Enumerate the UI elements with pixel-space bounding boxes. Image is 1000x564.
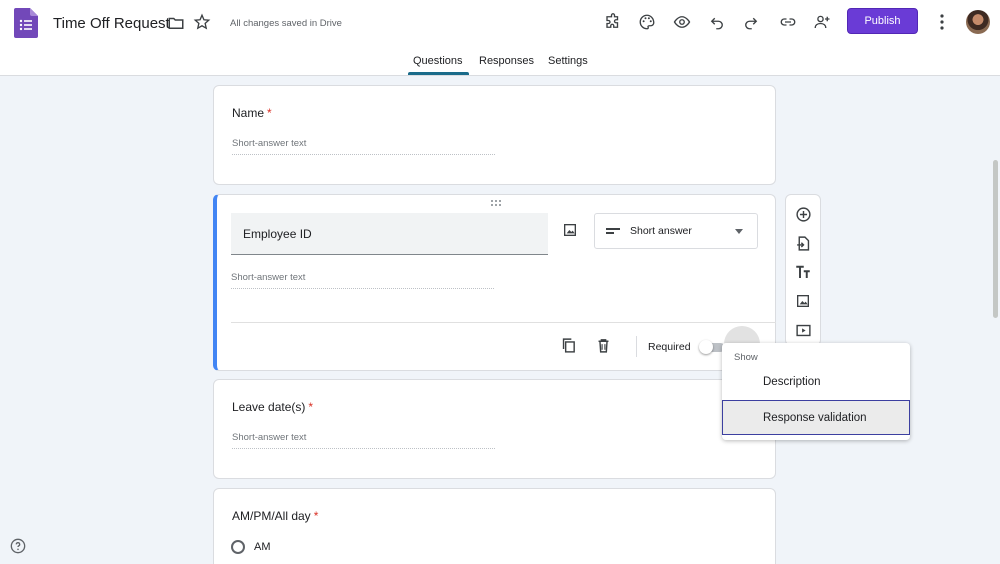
more-vert-icon[interactable]: [933, 11, 951, 33]
question-title-input[interactable]: Employee ID: [231, 213, 548, 255]
add-video-icon[interactable]: [794, 321, 812, 339]
question-card-leave-dates[interactable]: Leave date(s) * Short-answer text: [213, 379, 776, 479]
required-label: Required: [648, 341, 691, 353]
folder-icon[interactable]: [167, 14, 185, 32]
required-asterisk: *: [267, 106, 272, 120]
question-title: AM/PM/All day *: [232, 509, 319, 523]
short-answer-placeholder: Short-answer text: [232, 432, 495, 449]
footer-divider: [636, 336, 637, 357]
add-question-icon[interactable]: [794, 205, 812, 223]
help-icon[interactable]: [10, 538, 26, 554]
drag-handle-icon[interactable]: [490, 199, 502, 207]
tab-bar: Questions Responses Settings: [0, 55, 1000, 76]
question-title: Name *: [232, 106, 272, 120]
menu-item-description[interactable]: Description: [722, 365, 910, 400]
card-divider: [231, 322, 776, 323]
radio-button[interactable]: [231, 540, 245, 554]
question-type-label: Short answer: [630, 225, 692, 237]
delete-icon[interactable]: [594, 336, 612, 354]
toggle-knob: [699, 340, 713, 354]
save-status: All changes saved in Drive: [230, 18, 342, 29]
add-title-icon[interactable]: [794, 263, 812, 281]
question-type-dropdown[interactable]: Short answer: [594, 213, 758, 249]
add-image-icon[interactable]: [794, 292, 812, 310]
required-asterisk: *: [308, 400, 314, 414]
short-answer-icon: [606, 228, 620, 234]
redo-icon[interactable]: [740, 11, 762, 33]
short-answer-placeholder: Short-answer text: [232, 138, 495, 155]
question-card-am-pm[interactable]: AM/PM/All day * AM: [213, 488, 776, 564]
publish-button[interactable]: Publish: [847, 8, 918, 34]
question-card-employee-id[interactable]: Employee ID Short answer Short-answer te…: [213, 194, 776, 371]
question-card-name[interactable]: Name * Short-answer text: [213, 85, 776, 185]
required-asterisk: *: [313, 509, 319, 523]
document-title[interactable]: Time Off Request: [53, 15, 170, 32]
radio-option-label: AM: [254, 541, 271, 553]
star-icon[interactable]: [193, 13, 211, 31]
preview-icon[interactable]: [671, 11, 693, 33]
menu-header: Show: [734, 352, 758, 363]
short-answer-placeholder: Short-answer text: [231, 272, 494, 289]
chevron-down-icon: [735, 229, 743, 234]
undo-icon[interactable]: [706, 11, 728, 33]
add-image-icon[interactable]: [561, 221, 579, 239]
palette-icon[interactable]: [636, 11, 658, 33]
avatar[interactable]: [966, 10, 990, 34]
floating-toolbar: [785, 194, 821, 346]
menu-item-response-validation[interactable]: Response validation: [722, 400, 910, 435]
addons-icon[interactable]: [602, 11, 624, 33]
active-tab-indicator: [408, 72, 469, 75]
tab-questions[interactable]: Questions: [413, 55, 463, 67]
duplicate-icon[interactable]: [559, 336, 577, 354]
import-questions-icon[interactable]: [794, 234, 812, 252]
forms-logo-icon[interactable]: [14, 8, 38, 38]
app-header: Time Off Request All changes saved in Dr…: [0, 0, 1000, 76]
add-collaborator-icon[interactable]: [811, 11, 833, 33]
question-title: Leave date(s) *: [232, 400, 314, 414]
tab-settings[interactable]: Settings: [548, 55, 588, 67]
more-options-menu: Show Description Response validation: [722, 343, 910, 440]
link-icon[interactable]: [777, 11, 799, 33]
tab-responses[interactable]: Responses: [479, 55, 534, 67]
scrollbar-thumb[interactable]: [993, 160, 998, 318]
